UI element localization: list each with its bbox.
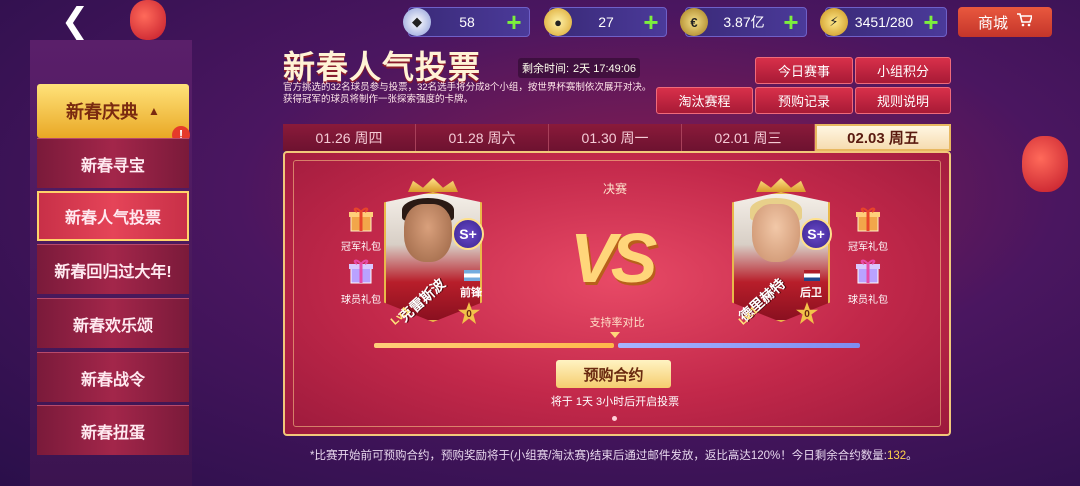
player-gift-icon[interactable]: [347, 257, 375, 285]
resource-diamond: ◆ 58 +: [403, 7, 530, 37]
sidebar-item-treasure[interactable]: 新春寻宝: [37, 138, 189, 188]
tab-0128[interactable]: 01.28 周六: [416, 124, 549, 151]
champion-gift-label: 冠军礼包: [848, 242, 888, 253]
cart-icon: [1016, 13, 1034, 31]
sidebar-item-label: 新春战令: [80, 371, 145, 389]
vs-emblem: VS: [570, 219, 657, 297]
preorder-contract-button[interactable]: 预购合约: [556, 360, 671, 388]
tab-0126[interactable]: 01.26 周四: [283, 124, 416, 151]
sidebar-item-label: 新春寻宝: [80, 157, 145, 175]
support-ratio-label: 支持率对比: [589, 317, 645, 329]
add-euro-button[interactable]: +: [780, 9, 802, 35]
resource-value: 3451/280: [854, 14, 914, 30]
gold-coin-icon: ●: [544, 8, 572, 36]
add-gold-button[interactable]: +: [640, 9, 662, 35]
resource-value: 27: [598, 14, 614, 30]
round-label: 决赛: [602, 182, 627, 196]
chevron-left-icon: ❮: [60, 2, 90, 40]
crown-icon: [408, 178, 458, 192]
remaining-contracts-count: 132: [886, 450, 907, 462]
resource-value: 3.87亿: [723, 14, 765, 30]
countdown-timer: 剩余时间: 2天 17:49:06: [518, 58, 640, 78]
sidebar-item-vote[interactable]: 新春人气投票: [37, 191, 189, 241]
player-card-right[interactable]: S+ 后卫 德里赫特 Lv.1 0: [726, 178, 836, 333]
player-gift-label: 球员礼包: [848, 295, 888, 306]
sidebar-item-label: 新春欢乐颂: [72, 317, 153, 335]
shop-button[interactable]: 商城: [958, 7, 1052, 37]
tab-0203[interactable]: 02.03 周五: [815, 124, 951, 151]
back-button[interactable]: ❮: [40, 2, 110, 40]
player-portrait: [404, 204, 452, 262]
preorder-records-button[interactable]: 预购记录: [755, 87, 853, 114]
sidebar-item-gacha[interactable]: 新春扭蛋: [37, 405, 189, 455]
diamond-icon: ◆: [403, 8, 431, 36]
event-description: 官方挑选的32名球员参与投票，32名选手将分成8个小组，按世界杯赛制依次展开对决…: [283, 82, 652, 105]
player-portrait: [752, 204, 800, 262]
sidebar-item-ode[interactable]: 新春欢乐颂: [37, 298, 189, 348]
footnote-text: *比赛开始前可预购合约，预购奖励将于(小组赛/淘汰赛)结束后通过邮件发放，返比高…: [310, 450, 887, 462]
ratio-pointer-icon: [610, 332, 620, 338]
player-position: 后卫: [800, 287, 822, 299]
euro-coin-icon: €: [680, 8, 708, 36]
decorative-background: [192, 0, 252, 486]
flag-netherlands-icon: [804, 270, 820, 281]
crown-icon: [756, 178, 806, 192]
resource-value: 58: [459, 14, 475, 30]
sidebar-header-label: 新春庆典: [66, 102, 139, 122]
sidebar-item-label: 新春人气投票: [64, 210, 161, 227]
sidebar-item-return[interactable]: 新春回归过大年!: [37, 244, 189, 294]
vote-start-tip: 将于 1天 3小时后开启投票: [550, 396, 680, 408]
page-indicator-dot: [612, 416, 617, 421]
knockout-schedule-button[interactable]: 淘汰赛程: [656, 87, 753, 114]
shop-label: 商城: [977, 14, 1008, 32]
tab-0130[interactable]: 01.30 周一: [549, 124, 682, 151]
player-gift-icon[interactable]: [854, 257, 882, 285]
champion-gift-icon[interactable]: [347, 205, 375, 233]
tab-0201[interactable]: 02.01 周三: [682, 124, 815, 151]
sidebar-item-battlepass[interactable]: 新春战令: [37, 352, 189, 402]
timer-value: 2天 17:49:06: [573, 63, 637, 75]
support-bar-right: [618, 343, 860, 348]
timer-label: 剩余时间:: [521, 63, 570, 75]
add-diamond-button[interactable]: +: [503, 9, 525, 35]
today-match-button[interactable]: 今日赛事: [755, 57, 853, 84]
grade-badge: S+: [800, 218, 832, 250]
grade-badge: S+: [452, 218, 484, 250]
champion-gift-icon[interactable]: [854, 205, 882, 233]
player-card-left[interactable]: S+ 前锋 克雷斯波 Lv.1 0: [378, 178, 488, 333]
resource-euro: € 3.87亿 +: [680, 7, 807, 37]
footnote-end: 。: [906, 450, 918, 462]
sidebar-item-label: 新春扭蛋: [80, 424, 145, 442]
add-energy-button[interactable]: +: [920, 9, 942, 35]
caret-up-icon: ▲: [148, 104, 160, 118]
date-tabs: 01.26 周四 01.28 周六 01.30 周一 02.01 周三 02.0…: [283, 124, 951, 151]
energy-icon: ⚡: [820, 8, 848, 36]
lantern-decoration: [1022, 136, 1068, 192]
support-bar-left: [374, 343, 614, 348]
resource-energy: ⚡ 3451/280 +: [820, 7, 947, 37]
flag-argentina-icon: [464, 270, 480, 281]
player-position: 前锋: [460, 287, 482, 299]
sidebar-header[interactable]: 新春庆典 ▲: [37, 84, 189, 138]
lantern-decoration: [130, 0, 166, 40]
footnote: *比赛开始前可预购合约，预购奖励将于(小组赛/淘汰赛)结束后通过邮件发放，返比高…: [310, 447, 930, 463]
resource-gold: ● 27 +: [544, 7, 667, 37]
sidebar-item-label: 新春回归过大年!: [54, 263, 172, 281]
rules-button[interactable]: 规则说明: [855, 87, 951, 114]
group-points-button[interactable]: 小组积分: [855, 57, 951, 84]
